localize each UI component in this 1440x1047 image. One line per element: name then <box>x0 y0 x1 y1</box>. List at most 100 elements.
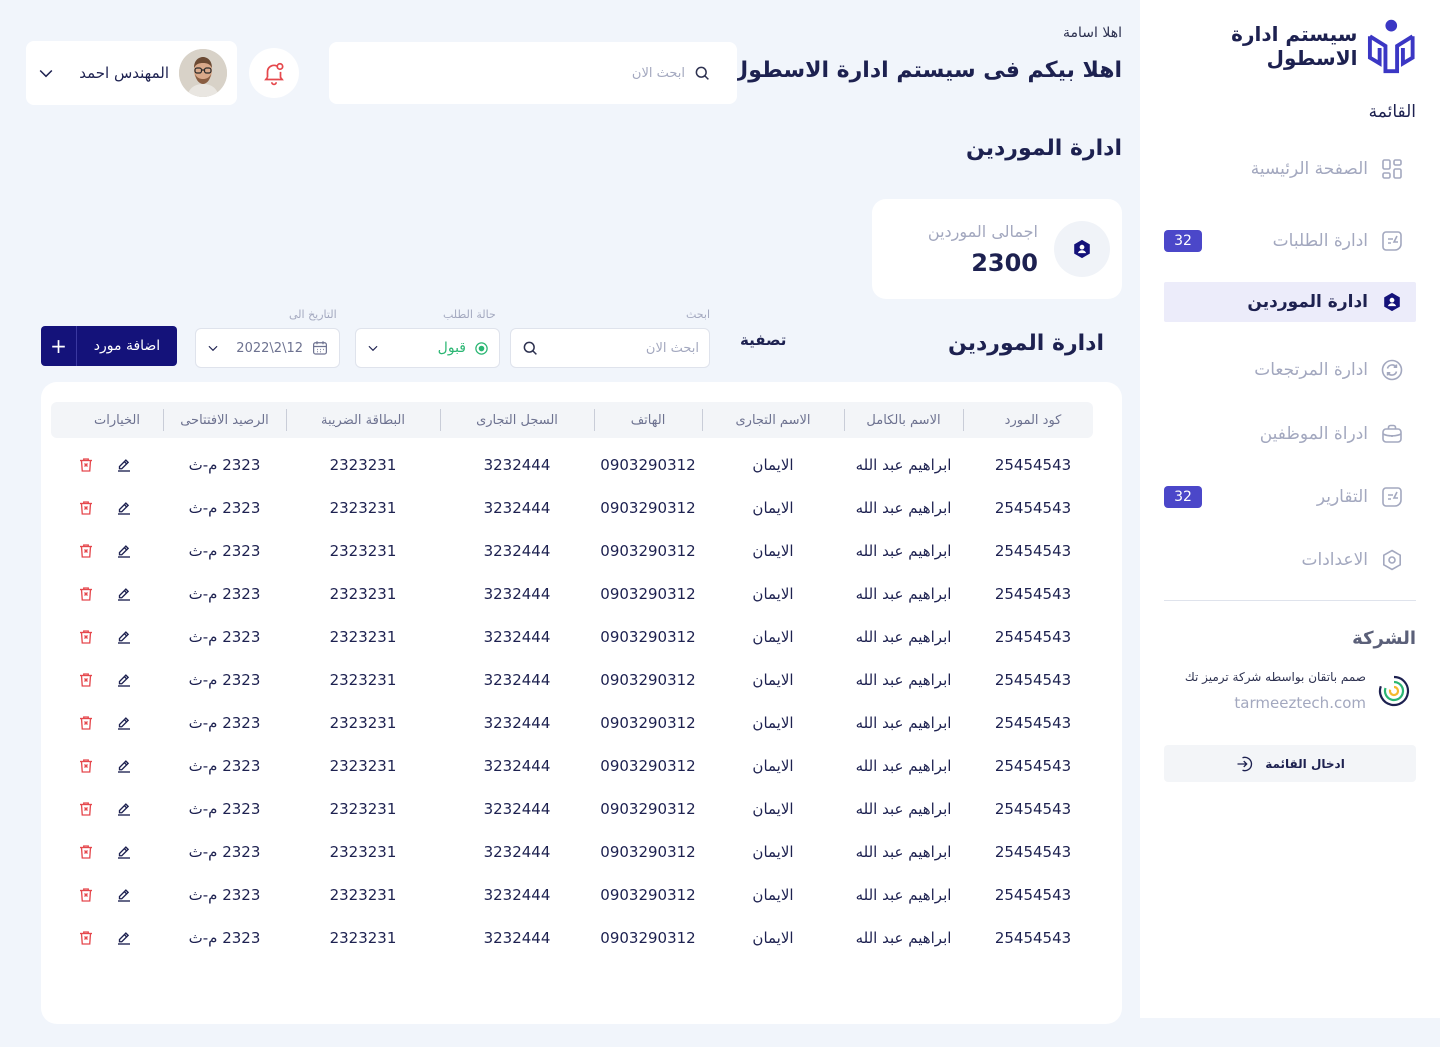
brand-title: سيستم ادارة الاسطول <box>1231 22 1358 70</box>
column-header: كود المورد <box>1004 412 1062 428</box>
orders-count-badge: 32 <box>1164 230 1202 252</box>
full-name-cell: ابراهيم عبد الله <box>855 885 952 904</box>
delete-icon[interactable] <box>75 755 97 777</box>
edit-icon[interactable] <box>113 540 135 562</box>
sidebar-item-label: ادارة المرتجعات <box>1254 360 1368 380</box>
filter-title: تصفية <box>740 331 787 349</box>
filter-search-placeholder: ابحث الان <box>645 340 699 356</box>
tax-card-cell: 2323231 <box>329 455 397 474</box>
delete-icon[interactable] <box>75 841 97 863</box>
commercial-register-cell: 3232444 <box>483 799 551 818</box>
sidebar-item-returns[interactable]: ادارة المرتجعات <box>1164 350 1416 390</box>
edit-icon[interactable] <box>113 927 135 949</box>
table-row: 25454543 ابراهيم عبد الله الايمان 090329031… <box>51 486 1093 529</box>
trade-name-cell: الايمان <box>752 885 794 904</box>
supplier-code-cell: 25454543 <box>994 670 1072 689</box>
filter-search-input[interactable]: ابحث الان <box>510 328 710 368</box>
table-row: 25454543 ابراهيم عبد الله الايمان 090329031… <box>51 615 1093 658</box>
sidebar-item-suppliers[interactable]: ادارة الموردين <box>1164 282 1416 322</box>
column-header: الاسم بالكامل <box>866 412 941 428</box>
sidebar-item-label: التقارير <box>1316 487 1368 507</box>
edit-icon[interactable] <box>113 583 135 605</box>
status-label: حالة الطلب <box>443 308 496 321</box>
date-label: التاريخ الى <box>289 308 337 321</box>
delete-icon[interactable] <box>75 454 97 476</box>
section-title: ادارة الموردين <box>947 331 1104 356</box>
tax-card-cell: 2323231 <box>329 584 397 603</box>
enter-menu-button[interactable]: ادخال القائمة <box>1164 745 1416 782</box>
delete-icon[interactable] <box>75 626 97 648</box>
edit-icon[interactable] <box>113 626 135 648</box>
edit-icon[interactable] <box>113 798 135 820</box>
edit-icon[interactable] <box>113 841 135 863</box>
status-value: قبول <box>437 340 466 356</box>
user-name: المهندس احمد <box>79 64 169 82</box>
table-row: 25454543 ابراهيم عبد الله الايمان 090329031… <box>51 572 1093 615</box>
delete-icon[interactable] <box>75 497 97 519</box>
page-title: ادارة الموردين <box>965 136 1122 161</box>
radio-check-icon <box>475 341 488 355</box>
reports-icon <box>1380 485 1404 509</box>
full-name-cell: ابراهيم عبد الله <box>855 713 952 732</box>
company-credit-block[interactable]: صمم باتقان بواسطه شركة ترميز تك tarmeezt… <box>1164 670 1412 712</box>
sidebar-item-settings[interactable]: الاعدادات <box>1164 540 1416 580</box>
reports-count-badge: 32 <box>1164 486 1202 508</box>
supplier-code-cell: 25454543 <box>994 498 1072 517</box>
full-name-cell: ابراهيم عبد الله <box>855 928 952 947</box>
brand[interactable]: سيستم ادارة الاسطول <box>1140 18 1416 74</box>
phone-cell: 0903290312 <box>600 799 696 818</box>
delete-icon[interactable] <box>75 927 97 949</box>
commercial-register-cell: 3232444 <box>483 627 551 646</box>
enter-menu-label: ادخال القائمة <box>1265 756 1345 771</box>
top-search-box[interactable]: ابحث الان <box>329 42 737 104</box>
table-row: 25454543 ابراهيم عبد الله الايمان 090329031… <box>51 701 1093 744</box>
table-row: 25454543 ابراهيم عبد الله الايمان 090329031… <box>51 443 1093 486</box>
user-menu[interactable]: المهندس احمد <box>26 41 237 105</box>
sidebar-item-employees[interactable]: ادراة الموظفين <box>1164 414 1416 454</box>
trade-name-cell: الايمان <box>752 498 794 517</box>
edit-icon[interactable] <box>113 712 135 734</box>
add-supplier-button[interactable]: + اضافة مورد <box>41 326 177 366</box>
supplier-code-cell: 25454543 <box>994 842 1072 861</box>
delete-icon[interactable] <box>75 712 97 734</box>
opening-balance-cell: 2323 م-ث <box>188 584 261 603</box>
column-header: الاسم التجارى <box>735 412 811 428</box>
chevron-down-icon <box>368 345 378 352</box>
company-site-link[interactable]: tarmeeztech.com <box>1185 694 1366 712</box>
table-row: 25454543 ابراهيم عبد الله الايمان 090329031… <box>51 830 1093 873</box>
delete-icon[interactable] <box>75 884 97 906</box>
phone-cell: 0903290312 <box>600 928 696 947</box>
notifications-button[interactable] <box>249 48 299 98</box>
sidebar-item-orders[interactable]: ادارة الطلبات 32 <box>1164 221 1416 261</box>
phone-cell: 0903290312 <box>600 627 696 646</box>
tax-card-cell: 2323231 <box>329 713 397 732</box>
chevron-down-icon[interactable] <box>36 63 56 83</box>
edit-icon[interactable] <box>113 755 135 777</box>
tax-card-cell: 2323231 <box>329 627 397 646</box>
sidebar-item-reports[interactable]: التقارير 32 <box>1164 477 1416 517</box>
delete-icon[interactable] <box>75 669 97 691</box>
sidebar-item-home[interactable]: الصفحة الرئيسية <box>1164 149 1416 189</box>
opening-balance-cell: 2323 م-ث <box>188 799 261 818</box>
search-icon <box>695 66 709 80</box>
edit-icon[interactable] <box>113 884 135 906</box>
edit-icon[interactable] <box>113 497 135 519</box>
delete-icon[interactable] <box>75 540 97 562</box>
date-picker[interactable]: 12\2\2022 <box>195 328 340 368</box>
phone-cell: 0903290312 <box>600 584 696 603</box>
delete-icon[interactable] <box>75 583 97 605</box>
commercial-register-cell: 3232444 <box>483 842 551 861</box>
edit-icon[interactable] <box>113 454 135 476</box>
stat-value: 2300 <box>971 248 1038 277</box>
trade-name-cell: الايمان <box>752 455 794 474</box>
suppliers-table: كود المورد الاسم بالكامل الاسم التجارى ا… <box>41 382 1122 1024</box>
opening-balance-cell: 2323 م-ث <box>188 670 261 689</box>
supplier-code-cell: 25454543 <box>994 885 1072 904</box>
edit-icon[interactable] <box>113 669 135 691</box>
delete-icon[interactable] <box>75 798 97 820</box>
commercial-register-cell: 3232444 <box>483 756 551 775</box>
sidebar-item-label: الاعدادات <box>1301 550 1368 570</box>
status-select[interactable]: قبول <box>355 328 500 368</box>
column-header: السجل التجارى <box>476 412 558 428</box>
tax-card-cell: 2323231 <box>329 670 397 689</box>
